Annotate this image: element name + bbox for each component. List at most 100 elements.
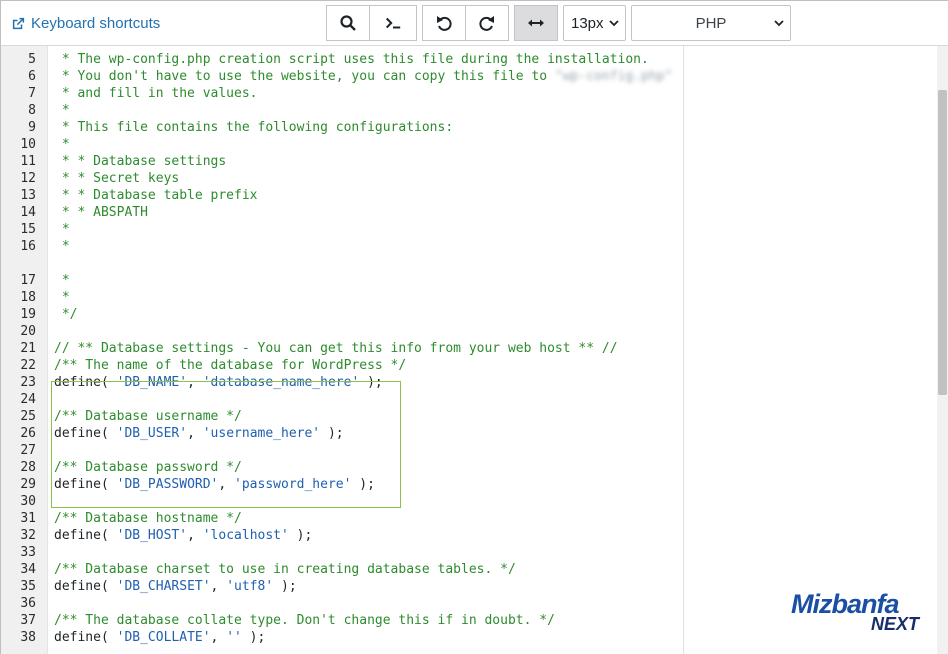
line-text: define( 'DB_CHARSET', 'utf8' ); — [54, 578, 297, 595]
redo-button[interactable] — [465, 5, 509, 41]
code-line[interactable]: 38 define( 'DB_COLLATE', '' ); — [1, 629, 683, 646]
code-line[interactable]: 31 /** Database hostname */ — [1, 510, 683, 527]
code-line[interactable]: 25 /** Database username */ — [1, 408, 683, 425]
line-number: 22 — [20, 358, 36, 373]
line-text: /** Database username */ — [54, 408, 242, 425]
code-line[interactable]: 18 * — [1, 289, 683, 306]
code-token: , — [187, 426, 203, 441]
string-token: 'localhost' — [202, 528, 289, 543]
line-text: /** Database hostname */ — [54, 510, 242, 527]
comment-token: * — [54, 239, 70, 254]
code-line[interactable]: 26 define( 'DB_USER', 'username_here' ); — [1, 425, 683, 442]
line-text: * — [54, 289, 70, 306]
code-line[interactable]: 9 * This file contains the following con… — [1, 119, 683, 136]
code-line[interactable]: 11 * * Database settings — [1, 153, 683, 170]
comment-token: /** Database password */ — [54, 460, 242, 475]
line-text: * — [54, 102, 70, 119]
line-text: * * Database settings — [54, 153, 226, 170]
code-line[interactable] — [1, 255, 683, 272]
code-line[interactable]: 5 * The wp-config.php creation script us… — [1, 51, 683, 68]
code-line[interactable]: 34 /** Database charset to use in creatin… — [1, 561, 683, 578]
code-token: ); — [320, 426, 344, 441]
watermark-sub: NEXT — [870, 614, 919, 634]
line-text: * — [54, 272, 70, 289]
line-number: 8 — [28, 103, 36, 118]
wrap-toggle-button[interactable] — [514, 5, 558, 41]
code-line[interactable]: 6 * You don't have to use the website, y… — [1, 68, 683, 85]
code-line[interactable]: 29 define( 'DB_PASSWORD', 'password_here'… — [1, 476, 683, 493]
line-number: 32 — [20, 528, 36, 543]
comment-token: */ — [54, 307, 78, 322]
terminal-button[interactable] — [369, 5, 417, 41]
code-line[interactable]: 30 — [1, 493, 683, 510]
line-number: 27 — [20, 443, 36, 458]
line-number: 36 — [20, 596, 36, 611]
line-number: 30 — [20, 494, 36, 509]
code-line[interactable]: 36 — [1, 595, 683, 612]
comment-token: * This file contains the following confi… — [54, 120, 454, 135]
code-token: ); — [359, 375, 383, 390]
comment-token: * — [54, 103, 70, 118]
code-line[interactable]: 23 define( 'DB_NAME', 'database_name_here… — [1, 374, 683, 391]
code-line[interactable]: 17 * — [1, 272, 683, 289]
line-number: 29 — [20, 477, 36, 492]
string-token: 'DB_NAME' — [116, 375, 188, 390]
line-number: 5 — [28, 52, 36, 67]
comment-token: * * ABSPATH — [54, 205, 148, 220]
code-token: define( — [54, 528, 117, 543]
code-token: define( — [54, 630, 117, 645]
code-line[interactable]: 8 * — [1, 102, 683, 119]
comment-token: /** Database charset to use in creating … — [54, 562, 516, 577]
code-editor[interactable]: 45 * The wp-config.php creation script u… — [1, 46, 684, 654]
comment-token: * — [54, 290, 70, 305]
code-line[interactable]: 14 * * ABSPATH — [1, 204, 683, 221]
line-number: 38 — [20, 630, 36, 645]
line-text: /** The database collate type. Don't cha… — [54, 612, 555, 629]
keyboard-shortcuts-link[interactable]: Keyboard shortcuts — [11, 13, 160, 33]
string-token: 'DB_COLLATE' — [116, 630, 211, 645]
string-token: 'utf8' — [226, 579, 274, 594]
code-token: , — [210, 579, 227, 594]
line-text: define( 'DB_HOST', 'localhost' ); — [54, 527, 312, 544]
comment-token: /** Database hostname */ — [54, 511, 242, 526]
code-line[interactable]: 15 * — [1, 221, 683, 238]
line-number: 6 — [28, 69, 36, 84]
code-line[interactable]: 19 */ — [1, 306, 683, 323]
code-line[interactable]: 10 * — [1, 136, 683, 153]
code-line[interactable]: 24 — [1, 391, 683, 408]
language-select[interactable]: PHP — [631, 5, 791, 41]
code-line[interactable]: 12 * * Secret keys — [1, 170, 683, 187]
line-number: 19 — [20, 307, 36, 322]
string-token: 'username_here' — [202, 426, 321, 441]
code-line[interactable]: 20 — [1, 323, 683, 340]
search-button[interactable] — [326, 5, 370, 41]
wrap-icon — [528, 19, 544, 27]
code-line[interactable]: 27 — [1, 442, 683, 459]
line-text: * This file contains the following confi… — [54, 119, 453, 136]
code-line[interactable]: 35 define( 'DB_CHARSET', 'utf8' ); — [1, 578, 683, 595]
watermark-logo: Mizbanfa NEXT — [791, 589, 923, 637]
line-number: 20 — [20, 324, 36, 339]
font-size-select[interactable]: 13px — [563, 5, 626, 41]
redo-icon — [479, 16, 494, 31]
code-line[interactable]: 16 * — [1, 238, 683, 255]
scrollbar-thumb[interactable] — [938, 90, 947, 395]
line-text: define( 'DB_NAME', 'database_name_here' … — [54, 374, 383, 391]
code-line[interactable]: 22 /** The name of the database for WordP… — [1, 357, 683, 374]
code-line[interactable]: 32 define( 'DB_HOST', 'localhost' ); — [1, 527, 683, 544]
code-line[interactable]: 28 /** Database password */ — [1, 459, 683, 476]
code-line[interactable]: 7 * and fill in the values. — [1, 85, 683, 102]
string-token: 'database_name_here' — [202, 375, 360, 390]
string-token: 'password_here' — [234, 477, 352, 492]
string-token: 'DB_CHARSET' — [116, 579, 211, 594]
vertical-scrollbar[interactable] — [937, 46, 948, 654]
code-line[interactable]: 33 — [1, 544, 683, 561]
undo-button[interactable] — [422, 5, 466, 41]
code-line[interactable]: 13 * * Database table prefix — [1, 187, 683, 204]
code-line[interactable]: 21 // ** Database settings - You can get … — [1, 340, 683, 357]
comment-token: * and fill in the values. — [54, 86, 258, 101]
code-line[interactable]: 37 /** The database collate type. Don't c… — [1, 612, 683, 629]
line-number: 23 — [20, 375, 36, 390]
string-token: '' — [226, 630, 242, 645]
string-token: 'DB_PASSWORD' — [116, 477, 219, 492]
